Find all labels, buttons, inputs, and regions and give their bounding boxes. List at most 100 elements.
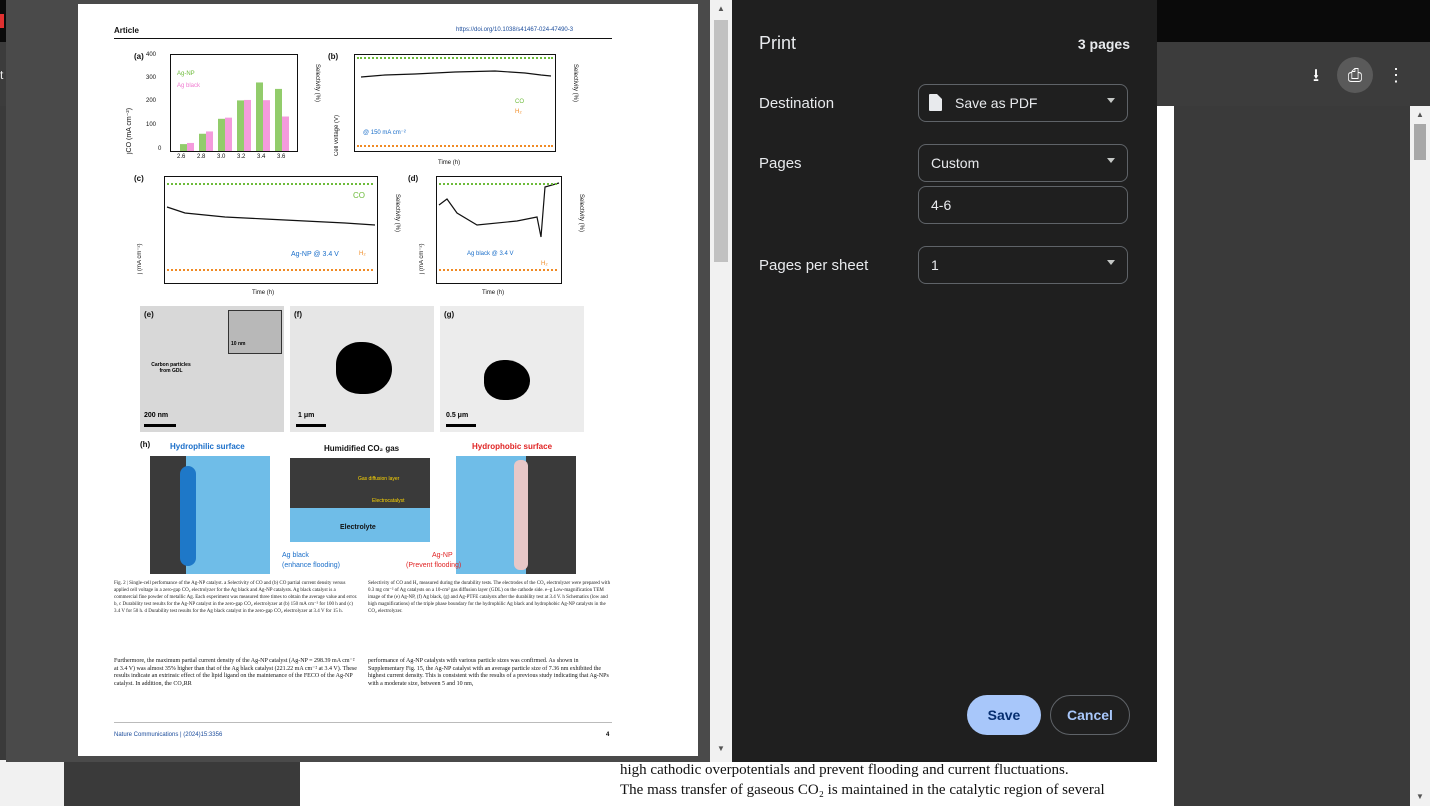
pages-range-value: 4-6: [931, 197, 952, 213]
preview-scroll-down-icon[interactable]: ▼: [714, 744, 728, 756]
co-selectivity-line: [167, 183, 373, 185]
panel-b-xlabel: Time (h): [438, 160, 461, 166]
gdl-label: Gas diffusion layer: [358, 476, 400, 482]
pages-select[interactable]: Custom: [918, 144, 1128, 182]
inset-scale-label: 10 nm: [231, 341, 246, 347]
bar-ag-black-3.4: [263, 100, 270, 151]
tab-indicator: [0, 14, 4, 28]
panel-c-annotation: Ag-NP @ 3.4 V: [291, 251, 339, 258]
scale-bar: [296, 424, 326, 427]
pages-label: Pages: [759, 155, 802, 172]
pdf-text-line: high cathodic overpotentials and prevent…: [620, 762, 1069, 778]
co-selectivity-line: [439, 183, 557, 185]
pdf-file-icon: [929, 94, 942, 111]
scroll-up-icon[interactable]: ▲: [1414, 109, 1426, 121]
legend-ag-black: Ag black: [177, 83, 201, 89]
destination-value: Save as PDF: [955, 95, 1038, 111]
h2-selectivity-line: [439, 269, 557, 271]
bar-ag-black-2.6: [187, 142, 194, 151]
download-icon[interactable]: ⭳: [1304, 64, 1328, 86]
hydrophobic-title: Hydrophobic surface: [472, 442, 553, 451]
tem-image-e: (e) 10 nm Carbon particles from GDL 200 …: [140, 306, 284, 432]
destination-select[interactable]: Save as PDF: [918, 84, 1128, 122]
panel-d-y2label: Selectivity (%): [578, 194, 584, 233]
panel-d-label: (d): [408, 174, 419, 183]
article-label: Article: [114, 26, 139, 35]
panel-a-label: (a): [134, 52, 144, 61]
panel-h-label: (h): [140, 440, 151, 449]
scale-bar: [144, 424, 176, 427]
ag-np-note2: (Prevent flooding): [406, 562, 462, 569]
panel-c-plot: CO Ag-NP @ 3.4 V H₂: [164, 176, 378, 284]
bar-ag-black-2.8: [206, 131, 213, 151]
panel-c-label: (c): [134, 174, 144, 183]
cancel-button[interactable]: Cancel: [1050, 695, 1130, 735]
particle-blob: [484, 360, 530, 400]
co-selectivity-line: [357, 57, 553, 59]
left-scroll-strip: [0, 760, 64, 806]
scale-label-f: 1 μm: [298, 412, 315, 419]
print-settings-panel: Print 3 pages Destination Save as PDF Pa…: [732, 0, 1157, 762]
pages-per-sheet-label: Pages per sheet: [759, 257, 869, 274]
panel-a-y2label: Selectivity (%): [314, 64, 320, 103]
electrolyte-label: Electrolyte: [340, 524, 376, 531]
panel-a-ylabel: jCO (mA cm⁻²): [126, 107, 133, 154]
bar-ag-np-2.8: [199, 133, 206, 151]
panel-g-label: (g): [444, 310, 455, 319]
more-options-icon[interactable]: ⋮: [1384, 64, 1408, 86]
pdf-scrollbar[interactable]: [1410, 106, 1430, 806]
panel-c-xlabel: Time (h): [252, 290, 275, 296]
gdl-layer: [290, 458, 430, 508]
panel-b-voltage-curve: [360, 70, 552, 78]
chevron-down-icon: [1107, 158, 1115, 163]
bar-ag-np-3.0: [218, 118, 225, 151]
panel-a-chart: [180, 82, 289, 151]
panel-b-ylabel: Cell voltage (V): [334, 114, 340, 156]
panel-d-xlabel: Time (h): [482, 290, 505, 296]
legend-ag-np: Ag-NP: [177, 71, 195, 77]
h2-selectivity-line: [167, 269, 373, 271]
pdf-text-line: The mass transfer of gaseous CO₂ is main…: [620, 782, 1105, 798]
panel-c-co-label: CO: [353, 191, 365, 200]
tick-label: 300: [146, 75, 157, 81]
pages-value: Custom: [931, 155, 980, 171]
figure-caption-left: Fig. 2 | Single-cell performance of the …: [114, 581, 358, 614]
sheet-count: 3 pages: [1077, 36, 1130, 52]
hydrophobic-schematic: [456, 456, 576, 574]
scroll-down-icon[interactable]: ▼: [1414, 791, 1426, 803]
tick-label: 3.6: [277, 154, 286, 160]
hydrophilic-title: Hydrophilic surface: [170, 442, 245, 451]
humidified-title: Humidified CO₂ gas: [324, 444, 400, 453]
pages-per-sheet-select[interactable]: 1: [918, 246, 1128, 284]
carbon-note: Carbon particles from GDL: [151, 362, 191, 374]
chevron-down-icon: [1107, 260, 1115, 265]
ag-np-note: Ag-NP: [432, 552, 453, 559]
panel-b-annotation: @ 150 mA cm⁻²: [363, 130, 406, 136]
panel-d-annotation: Ag black @ 3.4 V: [467, 251, 514, 257]
print-icon[interactable]: ⎙: [1343, 64, 1367, 86]
ag-black-note2: (enhance flooding): [282, 562, 340, 569]
legend-co: CO: [515, 99, 524, 105]
doi-link: https://doi.org/10.1038/s41467-024-47490…: [456, 27, 574, 33]
panel-d-h2-label: H₂: [541, 261, 548, 267]
destination-label: Destination: [759, 95, 835, 112]
save-button[interactable]: Save: [967, 695, 1041, 735]
preview-scrollbar-thumb[interactable]: [714, 20, 728, 262]
print-title: Print: [759, 33, 797, 53]
bar-ag-np-2.6: [180, 144, 187, 151]
pages-range-input[interactable]: 4-6: [918, 186, 1128, 224]
tick-label: 200: [146, 98, 157, 104]
bar-ag-np-3.2: [237, 100, 244, 151]
panel-c-y2label: Selectivity (%): [394, 194, 400, 233]
bar-ag-black-3.6: [282, 116, 289, 151]
tick-label: 0: [158, 146, 162, 152]
particle-blob: [336, 342, 392, 394]
tem-inset: 10 nm: [228, 310, 282, 354]
scale-label-e: 200 nm: [144, 412, 169, 419]
tem-image-f: (f) 1 μm: [290, 306, 434, 432]
bar-ag-np-3.4: [256, 82, 263, 151]
tem-image-g: (g) 0.5 μm: [440, 306, 584, 432]
preview-scroll-up-icon[interactable]: ▲: [714, 4, 728, 16]
pdf-scrollbar-thumb[interactable]: [1414, 124, 1426, 160]
bar-ag-black-3.2: [244, 99, 251, 151]
